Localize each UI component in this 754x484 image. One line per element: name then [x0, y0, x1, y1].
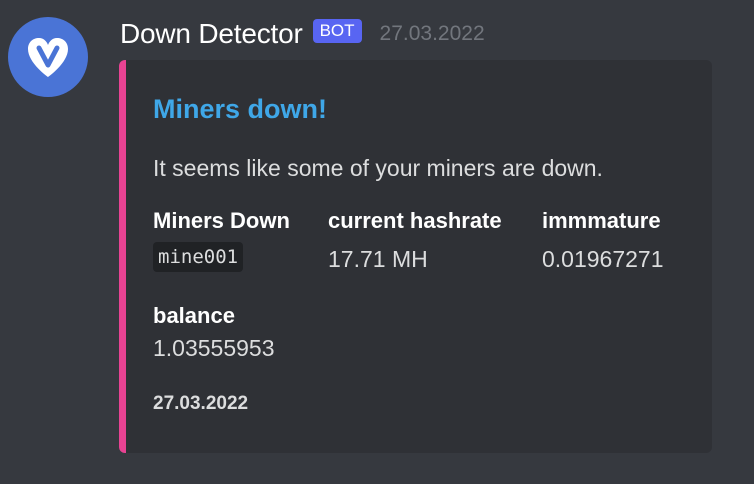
field-name: current hashrate: [328, 208, 502, 233]
embed-title: Miners down!: [153, 94, 327, 124]
field-value: 0.01967271: [542, 246, 664, 272]
chat-message: Down Detector BOT 27.03.2022 Miners down…: [0, 0, 754, 484]
embed-field-immmature: immmature 0.01967271: [542, 206, 664, 274]
message-timestamp: 27.03.2022: [379, 22, 485, 45]
embed-field-miners-down: Miners Down mine001: [153, 206, 290, 272]
embed-description: It seems like some of your miners are do…: [153, 155, 603, 181]
embed-card: Miners down! It seems like some of your …: [119, 60, 712, 453]
embed-field-balance: balance 1.03555953: [153, 301, 275, 363]
heart-check-icon: [28, 38, 68, 77]
author-name[interactable]: Down Detector: [120, 18, 303, 50]
message-header: Down Detector BOT 27.03.2022: [120, 14, 485, 54]
embed-accent-bar: [119, 60, 126, 453]
field-name: balance: [153, 303, 235, 328]
code-inline-value: mine001: [153, 242, 244, 272]
bot-avatar[interactable]: [8, 17, 88, 97]
embed-field-current-hashrate: current hashrate 17.71 MH: [328, 206, 502, 274]
embed-footer-timestamp: 27.03.2022: [153, 393, 249, 414]
field-name: immmature: [542, 208, 661, 233]
field-value: mine001: [153, 240, 290, 272]
field-value: 1.03555953: [153, 335, 275, 361]
bot-badge: BOT: [312, 19, 362, 43]
field-name: Miners Down: [153, 208, 290, 233]
field-value: 17.71 MH: [328, 246, 428, 272]
